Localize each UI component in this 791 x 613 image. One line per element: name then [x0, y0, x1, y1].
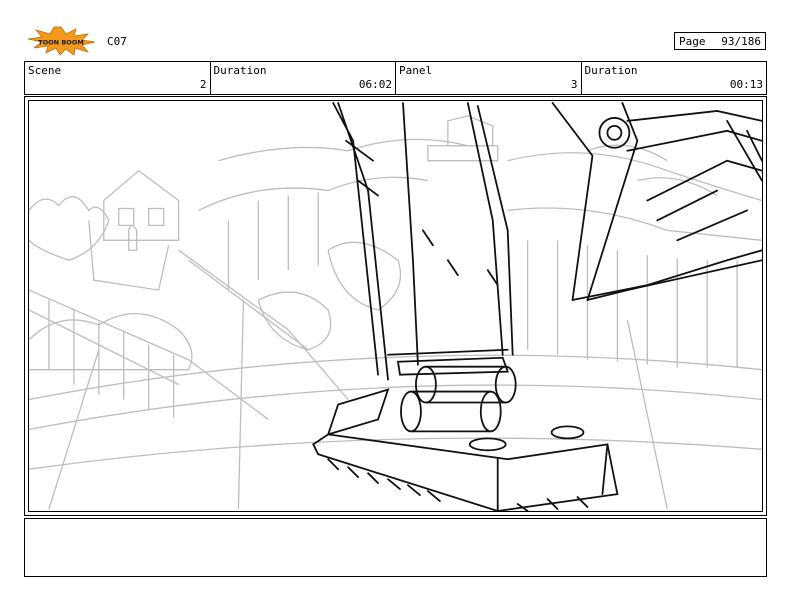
panel-cell: Panel 3: [396, 62, 582, 94]
notes-box[interactable]: [24, 518, 767, 577]
panel-drawing-area: [28, 100, 763, 512]
info-bar: Scene 2 Duration 06:02 Panel 3 Duration …: [24, 61, 767, 95]
foreground-mech-sketch: [312, 102, 762, 511]
panel-duration-label: Duration: [584, 64, 638, 77]
background-sketch: [29, 115, 762, 510]
scene-value: 2: [199, 78, 207, 91]
panel-value: 3: [570, 78, 578, 91]
scene-duration-label: Duration: [213, 64, 267, 77]
panel-duration-value: 00:13: [729, 78, 763, 91]
toon-boom-logo: TOON BOOM: [27, 26, 96, 56]
logo-text: TOON BOOM: [38, 39, 84, 47]
scene-duration-value: 06:02: [358, 78, 392, 91]
page-number: 93/186: [721, 34, 761, 48]
panel-label: Panel: [399, 64, 433, 77]
scene-code: C07: [107, 35, 127, 48]
sketch-drawing: [29, 102, 762, 511]
page-indicator: Page 93/186: [674, 32, 766, 50]
panel-duration-cell: Duration 00:13: [582, 62, 767, 94]
scene-cell: Scene 2: [25, 62, 211, 94]
scene-duration-cell: Duration 06:02: [211, 62, 396, 94]
scene-label: Scene: [28, 64, 62, 77]
storyboard-panel: [24, 96, 767, 516]
page-label: Page: [679, 34, 706, 48]
